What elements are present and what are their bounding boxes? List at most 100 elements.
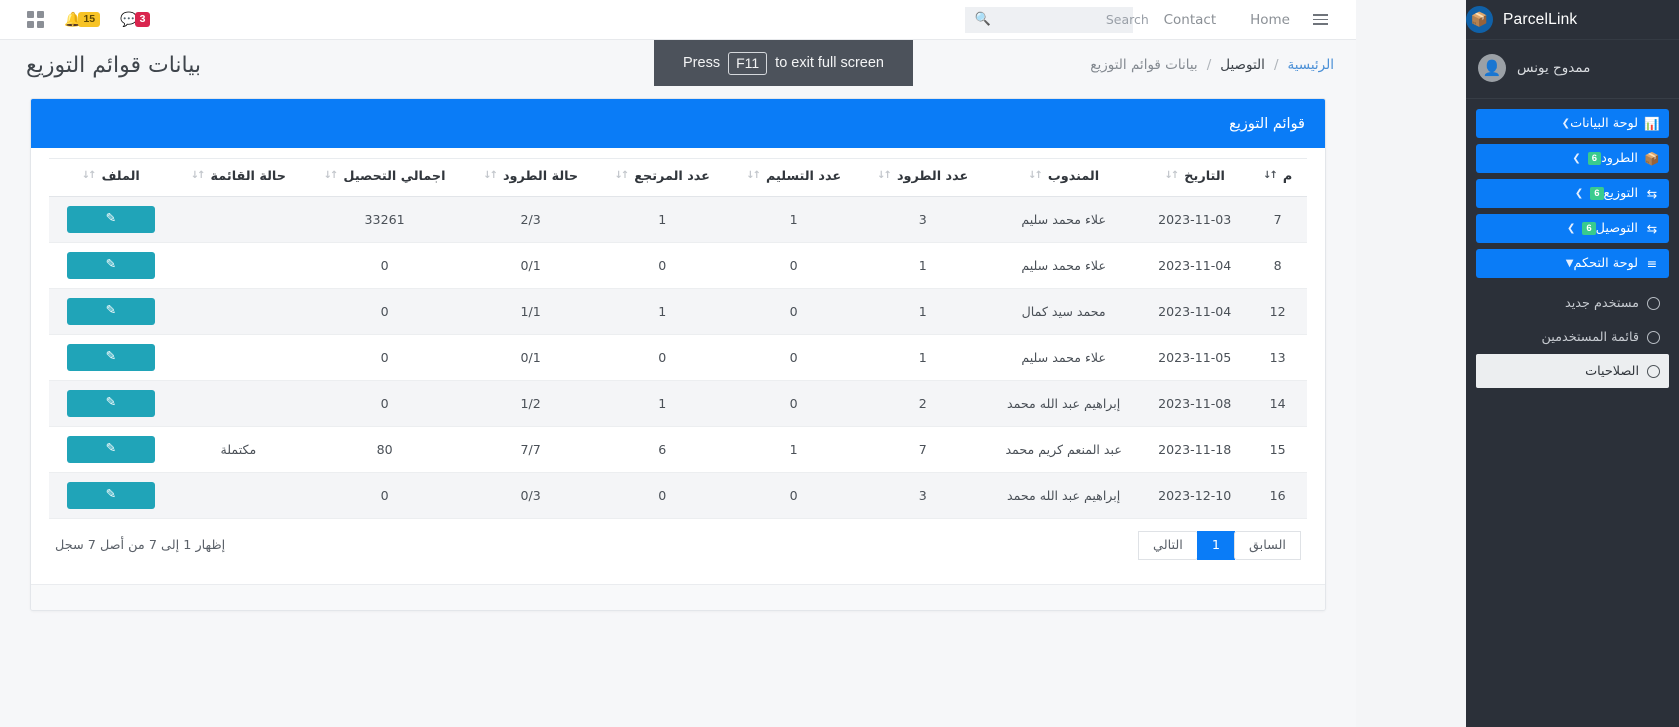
table-header-date[interactable]: التاريخ ↑↓ — [1141, 158, 1249, 197]
cell-file[interactable]: ✎ — [49, 196, 173, 243]
cell-parcels: 1 — [859, 334, 987, 381]
brand[interactable]: ParcelLink 📦 — [1466, 0, 1679, 40]
table-row[interactable]: 8 2023-11-04 علاء محمد سليم 1 0 0 0/1 0 ✎ — [49, 242, 1307, 289]
sidebar-item-meta: ❮ 6 — [1572, 152, 1602, 165]
exchange-icon: ⇆ — [1646, 186, 1658, 201]
cell-file[interactable]: ✎ — [49, 380, 173, 427]
cell-file[interactable]: ✎ — [49, 426, 173, 473]
cell-idx: 14 — [1248, 380, 1307, 427]
distribution-lists-card: قوائم التوزيع م↑↓ التاريخ↑↓ المندوب↑↓ عدد ا… — [30, 98, 1326, 611]
table-header-liststatus[interactable]: حالة القائمة ↑↓ — [172, 158, 305, 197]
cell-file[interactable]: ✎ — [49, 242, 173, 289]
edit-row-button[interactable]: ✎ — [66, 436, 155, 463]
sidebar-item-label: التوزيع — [1603, 186, 1638, 201]
cell-liststatus — [172, 242, 305, 289]
circle-icon — [1647, 364, 1660, 378]
table-header-parcels[interactable]: عدد الطرود ↑↓ — [859, 158, 987, 197]
pagination-next[interactable]: التالي — [1138, 531, 1198, 560]
chevron-left-icon: ❮ — [1572, 153, 1581, 164]
table-header-status[interactable]: حالة الطرود ↑↓ — [465, 158, 597, 197]
brand-name: ParcelLink — [1503, 10, 1578, 28]
user-avatar-icon: 👤 — [1478, 54, 1506, 82]
boxes-icon: 📦 — [1644, 150, 1660, 166]
top-navbar: 🔔 15 💬 3 🔍 Contact Home — [0, 0, 1356, 40]
hamburger-icon[interactable] — [1307, 14, 1342, 25]
edit-row-button[interactable]: ✎ — [66, 390, 155, 417]
apps-grid-button[interactable] — [18, 3, 52, 37]
pencil-icon: ✎ — [105, 210, 117, 226]
sort-arrows-icon: ↑↓ — [483, 170, 498, 181]
table-row[interactable]: 12 2023-11-04 محمد سيد كمال 1 0 1 1/1 0 ✎ — [49, 288, 1307, 335]
sidebar-item-1[interactable]: 📦 الطرود ❮ 6 — [1476, 144, 1669, 173]
pagination-page-1[interactable]: 1 — [1196, 531, 1235, 560]
cell-file[interactable]: ✎ — [49, 288, 173, 335]
server-icon: ≡ — [1646, 256, 1658, 271]
sidebar-subitem-1[interactable]: قائمة المستخدمين — [1476, 320, 1669, 354]
cell-returned: 1 — [596, 196, 729, 243]
cell-date: 2023-12-10 — [1141, 472, 1249, 519]
card-body: م↑↓ التاريخ↑↓ المندوب↑↓ عدد الطرود↑↓ عدد الت… — [31, 148, 1325, 584]
nav-link-home[interactable]: Home — [1233, 12, 1307, 28]
notifications-button[interactable]: 🔔 15 — [56, 12, 108, 27]
cell-parcels: 3 — [859, 472, 987, 519]
sort-arrows-icon: ↑↓ — [1164, 170, 1180, 181]
edit-row-button[interactable]: ✎ — [66, 298, 155, 325]
table-header-delivered[interactable]: عدد التسليم ↑↓ — [728, 158, 860, 197]
sort-arrows-icon: ↑↓ — [1263, 170, 1278, 181]
cell-status: 0/1 — [465, 334, 597, 381]
search-icon: 🔍 — [974, 12, 991, 27]
cell-status: 0/1 — [465, 242, 597, 289]
sidebar-item-2[interactable]: ⇆ التوزيع ❮ 6 — [1476, 179, 1669, 208]
cell-collection: 0 — [304, 380, 466, 427]
table-row[interactable]: 14 2023-11-08 إبراهيم عبد الله محمد 2 0 1 1/2 0… — [49, 380, 1307, 427]
table-row[interactable]: 7 2023-11-03 علاء محمد سليم 3 1 1 2/3 33261 ✎ — [49, 196, 1307, 243]
pencil-icon: ✎ — [105, 302, 117, 318]
cell-returned: 0 — [596, 334, 729, 381]
sidebar-item-4[interactable]: ≡ لوحة التحكم ▼ — [1476, 249, 1669, 278]
edit-row-button[interactable]: ✎ — [66, 206, 155, 233]
search-input[interactable] — [990, 11, 1151, 28]
breadcrumb-item-delivery[interactable]: التوصيل — [1220, 57, 1265, 73]
cell-idx: 12 — [1248, 288, 1307, 335]
edit-row-button[interactable]: ✎ — [66, 482, 155, 509]
breadcrumb-item-home[interactable]: الرئيسية — [1288, 57, 1335, 73]
edit-row-button[interactable]: ✎ — [66, 344, 155, 371]
cell-file[interactable]: ✎ — [49, 334, 173, 381]
chevron-down-icon: ▼ — [1565, 258, 1574, 269]
table-header-label: اجمالي التحصيل — [343, 169, 446, 184]
cell-parcels: 1 — [859, 242, 987, 289]
messages-badge: 3 — [134, 12, 151, 27]
card-footer — [31, 584, 1325, 610]
cell-parcels: 2 — [859, 380, 987, 427]
sidebar-subitem-0[interactable]: مستخدم جديد — [1476, 286, 1669, 320]
fullscreen-hint-prefix: Press — [683, 55, 721, 71]
pagination-prev[interactable]: السابق — [1233, 531, 1301, 560]
table-header-agent[interactable]: المندوب ↑↓ — [986, 158, 1142, 197]
table-row[interactable]: 15 2023-11-18 عبد المنعم كريم محمد 7 1 6 7/7 80… — [49, 426, 1307, 473]
cell-returned: 1 — [596, 380, 729, 427]
table-header-file[interactable]: الملف ↑↓ — [49, 158, 173, 197]
sort-arrows-icon: ↑↓ — [190, 170, 206, 181]
table-row[interactable]: 16 2023-12-10 إبراهيم عبد الله محمد 3 0 0 0/3 0… — [49, 472, 1307, 519]
messages-button[interactable]: 💬 3 — [112, 12, 158, 27]
sidebar-subitem-2[interactable]: الصلاحيات — [1476, 354, 1669, 388]
table-header-label: عدد التسليم — [766, 169, 842, 184]
sidebar-item-0[interactable]: 📊 لوحة البيانات ❮ — [1476, 109, 1669, 138]
cell-agent: إبراهيم عبد الله محمد — [986, 472, 1142, 519]
page-title: بيانات قوائم التوزيع — [26, 52, 202, 78]
table-header-idx[interactable]: م ↑↓ — [1248, 158, 1307, 197]
sidebar-item-label: لوحة التحكم — [1573, 256, 1638, 271]
search-box[interactable]: 🔍 — [964, 6, 1151, 33]
edit-row-button[interactable]: ✎ — [66, 252, 155, 279]
table-row[interactable]: 13 2023-11-05 علاء محمد سليم 1 0 0 0/1 0 ✎ — [49, 334, 1307, 381]
table-header-returned[interactable]: عدد المرتجع ↑↓ — [596, 158, 729, 197]
cell-date: 2023-11-18 — [1141, 426, 1249, 473]
table-head: م↑↓ التاريخ↑↓ المندوب↑↓ عدد الطرود↑↓ عدد الت… — [49, 158, 1307, 197]
cell-file[interactable]: ✎ — [49, 472, 173, 519]
table-header-collection[interactable]: اجمالي التحصيل ↑↓ — [304, 158, 466, 197]
cell-collection: 80 — [304, 426, 466, 473]
nav-link-contact[interactable]: Contact — [1147, 12, 1234, 28]
user-profile[interactable]: ممدوح يونس 👤 — [1466, 40, 1679, 99]
topbar-left-group: 🔔 15 💬 3 — [0, 3, 158, 37]
sidebar-item-3[interactable]: ⇆ التوصيل ❮ 6 — [1476, 214, 1669, 243]
